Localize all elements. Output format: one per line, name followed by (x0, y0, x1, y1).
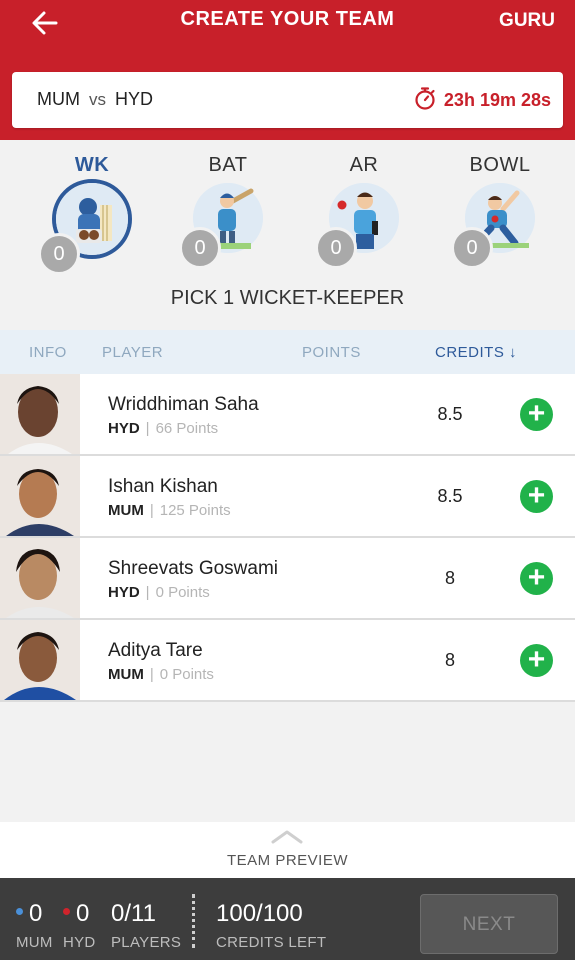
team1-label: MUM (37, 89, 80, 109)
player-name: Wriddhiman Saha (108, 394, 259, 415)
player-meta: HYD | 66 Points (108, 420, 219, 437)
role-label: BOWL (469, 154, 531, 176)
match-teams: MUM vs HYD (37, 89, 153, 110)
credits-left-label: CREDITS LEFT (216, 934, 327, 951)
add-player-plus-icon[interactable]: + (520, 398, 553, 431)
player-points: 0 Points (159, 666, 214, 683)
player-photo[interactable] (0, 538, 80, 618)
stopwatch-icon (414, 86, 444, 115)
players-count: 0/11 (111, 900, 156, 927)
player-points: 66 Points (155, 420, 219, 437)
mum-dot-icon (16, 908, 23, 916)
role-count: 0 (451, 227, 493, 269)
column-info: INFO (29, 344, 67, 361)
next-button[interactable]: NEXT (420, 894, 558, 954)
hyd-label: HYD (63, 934, 96, 951)
pick-instruction: PICK 1 WICKET-KEEPER (170, 287, 405, 309)
player-meta: MUM | 125 Points (108, 502, 231, 519)
column-points[interactable]: POINTS (302, 344, 361, 361)
team-preview-button[interactable]: TEAM PREVIEW (0, 822, 575, 878)
player-photo[interactable] (0, 620, 80, 700)
match-countdown: 23h 19m 28s (414, 86, 551, 115)
player-row[interactable]: Ishan Kishan MUM | 125 Points 8.5 + (0, 456, 575, 538)
role-count: 0 (179, 227, 221, 269)
role-tab-bat[interactable]: BAT 0 (173, 154, 283, 269)
player-team: MUM (108, 666, 144, 683)
player-team: HYD (108, 420, 140, 437)
add-player-plus-icon[interactable]: + (520, 562, 553, 595)
countdown-text: 23h 19m 28s (443, 90, 551, 110)
wicketkeeper-avatar-icon: 0 (38, 179, 132, 275)
vs-label: vs (89, 90, 107, 109)
footer-divider (192, 894, 195, 948)
mum-count: 0 (16, 900, 42, 928)
player-row[interactable]: Shreevats Goswami HYD | 0 Points 8 + (0, 538, 575, 620)
column-player: PLAYER (102, 344, 164, 361)
role-tab-ar[interactable]: AR 0 (309, 154, 419, 269)
player-meta: MUM | 0 Points (108, 666, 214, 683)
player-credits: 8 (444, 650, 455, 670)
player-row[interactable]: Aditya Tare MUM | 0 Points 8 + (0, 620, 575, 702)
bowler-avatar-icon: 0 (451, 183, 535, 269)
role-label: WK (74, 154, 110, 176)
credits-left-value: 100/100 (216, 900, 303, 927)
hyd-dot-icon (63, 908, 70, 916)
role-count: 0 (315, 227, 357, 269)
hyd-count: 0 (63, 900, 89, 928)
player-name: Shreevats Goswami (108, 558, 279, 579)
player-name: Aditya Tare (108, 640, 203, 661)
column-credits-sort[interactable]: CREDITS ↓ (435, 344, 517, 361)
add-player-plus-icon[interactable]: + (520, 480, 553, 513)
chevron-up-icon (270, 828, 304, 849)
batsman-avatar-icon: 0 (179, 183, 263, 269)
allrounder-avatar-icon: 0 (315, 183, 399, 269)
player-meta: HYD | 0 Points (108, 584, 210, 601)
role-tab-bowl[interactable]: BOWL 0 (445, 154, 555, 269)
role-label: AR (349, 154, 379, 176)
guru-button[interactable]: GURU (499, 10, 555, 32)
player-team: HYD (108, 584, 140, 601)
add-player-plus-icon[interactable]: + (520, 644, 553, 677)
mum-label: MUM (16, 934, 53, 951)
player-row[interactable]: Wriddhiman Saha HYD | 66 Points 8.5 + (0, 374, 575, 456)
player-credits: 8 (444, 568, 455, 588)
player-photo[interactable] (0, 456, 80, 536)
match-card: MUM vs HYD 23h 19m 28s (12, 72, 563, 128)
role-count: 0 (38, 233, 80, 275)
selection-footer: 0 MUM 0 HYD 0/11 PLAYERS 100/100 CREDITS… (0, 878, 575, 960)
role-selector: WK 0 BAT 0 AR 0 BOWL 0 PICK 1 WICKET-KEE… (0, 140, 575, 330)
player-points: 0 Points (155, 584, 210, 601)
player-points: 125 Points (159, 502, 231, 519)
page-title: CREATE YOUR TEAM (180, 8, 395, 30)
player-photo[interactable] (0, 374, 80, 454)
team-preview-label: TEAM PREVIEW (226, 852, 348, 869)
role-label: BAT (208, 154, 248, 176)
team2-label: HYD (115, 89, 154, 109)
players-label: PLAYERS (111, 934, 182, 951)
player-list-header: INFO PLAYER POINTS CREDITS ↓ (0, 330, 575, 374)
player-name: Ishan Kishan (108, 476, 218, 497)
player-team: MUM (108, 502, 144, 519)
player-credits: 8.5 (437, 404, 463, 424)
role-tab-wk[interactable]: WK 0 (37, 154, 147, 275)
player-credits: 8.5 (437, 486, 463, 506)
